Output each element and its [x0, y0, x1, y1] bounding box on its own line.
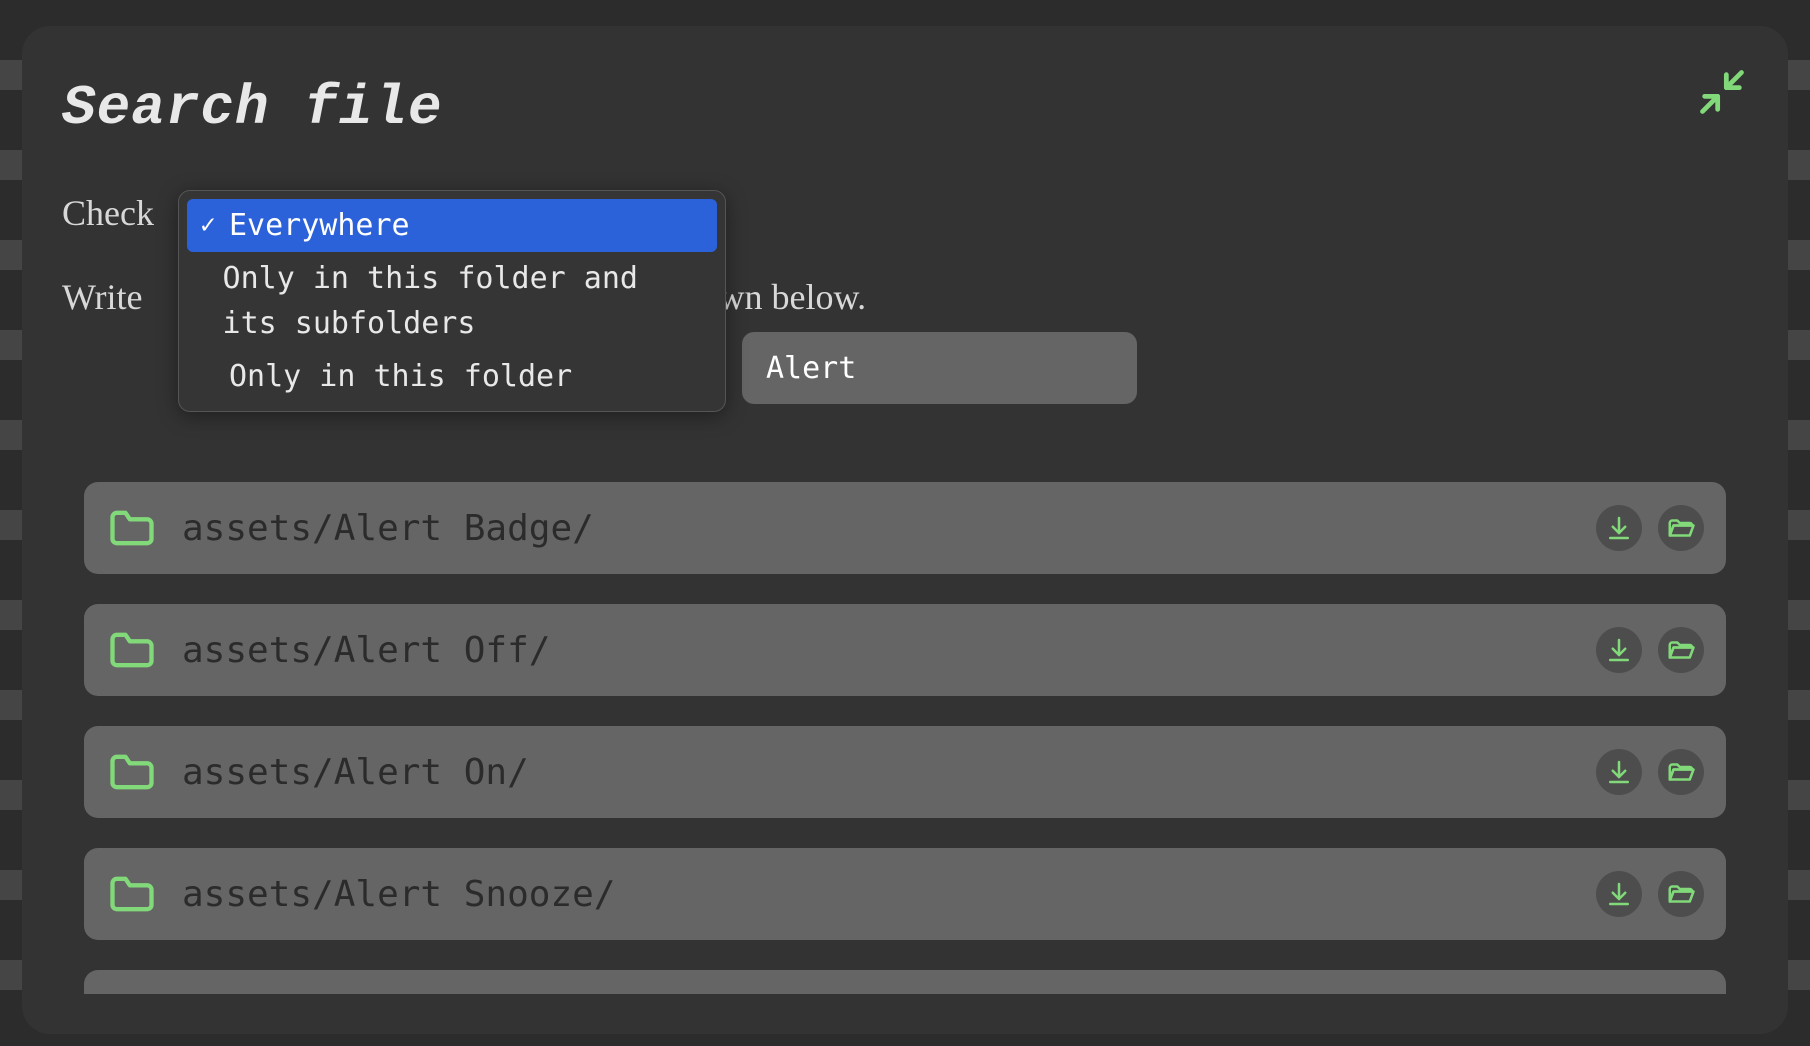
filename-instruction-prefix: Write: [62, 277, 143, 317]
dropdown-option-label: Only in this folder and its subfolders: [223, 256, 707, 346]
search-input-wrap: [742, 332, 1137, 404]
result-path: assets/Alert Snooze/: [182, 874, 1596, 915]
open-folder-button[interactable]: [1658, 627, 1704, 673]
folder-open-icon: [1666, 879, 1696, 909]
open-folder-button[interactable]: [1658, 871, 1704, 917]
download-icon: [1604, 757, 1634, 787]
download-icon: [1604, 635, 1634, 665]
result-row-partial[interactable]: [84, 970, 1726, 994]
scope-instruction-prefix: Check: [62, 193, 154, 233]
folder-open-icon: [1666, 757, 1696, 787]
check-icon: ✓: [197, 206, 219, 245]
open-folder-button[interactable]: [1658, 749, 1704, 795]
folder-open-icon: [1666, 513, 1696, 543]
result-row[interactable]: assets/Alert Off/: [84, 604, 1726, 696]
result-path: assets/Alert Off/: [182, 630, 1596, 671]
result-row[interactable]: assets/Alert On/: [84, 726, 1726, 818]
dropdown-option-folder-only[interactable]: Only in this folder: [187, 350, 717, 403]
download-button[interactable]: [1596, 505, 1642, 551]
folder-icon: [106, 868, 158, 920]
download-icon: [1604, 513, 1634, 543]
dropdown-option-label: Only in this folder: [229, 354, 572, 399]
folder-icon: [106, 746, 158, 798]
folder-open-icon: [1666, 635, 1696, 665]
folder-icon: [106, 624, 158, 676]
result-row[interactable]: assets/Alert Snooze/: [84, 848, 1726, 940]
row-actions: [1596, 627, 1704, 673]
modal-title: Search file: [62, 76, 443, 140]
dropdown-option-folder-subfolders[interactable]: Only in this folder and its subfolders: [187, 252, 717, 350]
row-actions: [1596, 871, 1704, 917]
download-button[interactable]: [1596, 749, 1642, 795]
download-icon: [1604, 879, 1634, 909]
open-folder-button[interactable]: [1658, 505, 1704, 551]
row-actions: [1596, 749, 1704, 795]
download-button[interactable]: [1596, 871, 1642, 917]
results-list: assets/Alert Badge/: [84, 482, 1726, 1034]
minimize-icon[interactable]: [1696, 66, 1748, 118]
result-path: assets/Alert Badge/: [182, 508, 1596, 549]
result-row[interactable]: assets/Alert Badge/: [84, 482, 1726, 574]
dropdown-option-label: Everywhere: [229, 203, 410, 248]
folder-icon: [106, 502, 158, 554]
search-file-modal: Search file Check Write xxxxxxxxxxxxxxxx…: [22, 26, 1788, 1034]
download-button[interactable]: [1596, 627, 1642, 673]
result-path: assets/Alert On/: [182, 752, 1596, 793]
search-input[interactable]: [742, 332, 1137, 404]
dropdown-option-everywhere[interactable]: ✓ Everywhere: [187, 199, 717, 252]
scope-dropdown[interactable]: ✓ Everywhere Only in this folder and its…: [178, 190, 726, 412]
modal-header: Search file: [62, 66, 1748, 140]
row-actions: [1596, 505, 1704, 551]
